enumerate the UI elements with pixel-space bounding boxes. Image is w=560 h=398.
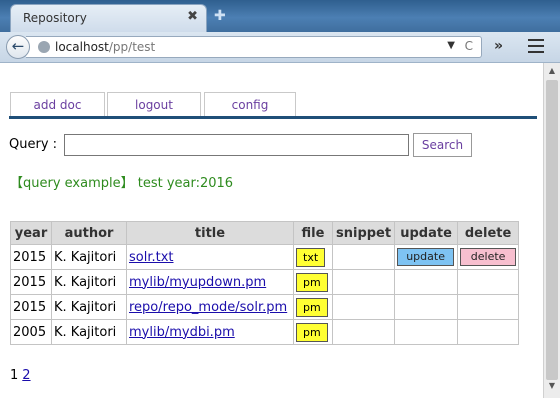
search-button[interactable]: Search [413,133,472,157]
column-header-file: file [293,221,333,245]
file-button[interactable]: pm [296,297,328,317]
navigation-bar: localhost/pp/test ▼ C ← » [0,32,560,63]
cell-author: K. Kajitori [51,269,127,295]
hamburger-menu-icon[interactable] [528,39,544,53]
title-link[interactable]: mylib/mydbi.pm [129,325,235,340]
table-row: 2005 K. Kajitori mylib/mydbi.pm pm [10,319,520,345]
page-link[interactable]: 2 [22,368,30,383]
browser-tab[interactable]: Repository ✖ [10,4,207,32]
column-header-delete: delete [457,221,520,245]
table-row: 2015 K. Kajitori mylib/myupdown.pm pm [10,269,520,295]
reload-icon[interactable]: C [465,39,473,53]
cell-delete [457,269,520,295]
query-example: 【query example】 test year:2016 [10,176,234,191]
cell-author: K. Kajitori [51,319,127,345]
cell-update [394,319,459,345]
cell-author: K. Kajitori [51,294,127,320]
url-path: /pp/test [108,40,156,54]
query-input[interactable] [64,134,409,156]
pagination: 12 [10,368,31,383]
update-button[interactable]: update [397,248,455,266]
cell-snippet [331,319,396,345]
tab-add-doc[interactable]: add doc [10,92,105,117]
file-button[interactable]: txt [296,247,326,267]
cell-snippet [331,294,396,320]
column-header-snippet: snippet [331,221,396,245]
url-host: localhost [55,40,109,54]
cell-delete [457,294,520,320]
vertical-scrollbar[interactable]: ▲ ▼ [543,63,560,398]
cell-year: 2015 [10,244,52,270]
tab-logout[interactable]: logout [107,92,201,117]
new-tab-icon[interactable]: ✚ [214,8,226,24]
tab-divider [9,116,537,119]
column-header-title: title [126,221,294,245]
title-link[interactable]: repo/repo_mode/solr.pm [129,300,287,315]
title-bar: Repository ✖ ✚ [0,0,560,32]
cell-year: 2015 [10,269,52,295]
cell-year: 2005 [10,319,52,345]
title-link[interactable]: mylib/myupdown.pm [129,275,266,290]
column-header-author: author [51,221,127,245]
cell-author: K. Kajitori [51,244,127,270]
results-table: year author title file snippet update de… [10,221,520,345]
tab-config[interactable]: config [204,92,296,117]
scroll-up-icon[interactable]: ▲ [544,63,560,79]
cell-snippet [331,244,396,270]
overflow-chevron-icon[interactable]: » [494,38,503,54]
table-header-row: year author title file snippet update de… [10,221,520,245]
column-header-year: year [10,221,52,245]
scrollbar-thumb[interactable] [546,80,558,380]
column-header-update: update [394,221,459,245]
url-text: localhost/pp/test [55,40,155,54]
table-row: 2015 K. Kajitori repo/repo_mode/solr.pm … [10,294,520,320]
page-content: add doc logout config Query : Search 【qu… [0,63,543,398]
cell-update [394,294,459,320]
cell-year: 2015 [10,294,52,320]
current-page: 1 [10,368,19,383]
delete-button[interactable]: delete [460,248,517,266]
query-label: Query : [9,137,58,152]
scroll-down-icon[interactable]: ▼ [544,378,560,394]
file-button[interactable]: pm [296,322,328,342]
globe-icon [38,41,50,53]
cell-snippet [331,269,396,295]
table-row: 2015 K. Kajitori solr.txt txt update del… [10,244,520,270]
title-link[interactable]: solr.txt [129,250,174,265]
tab-title: Repository [23,11,87,25]
cell-update [394,269,459,295]
chevron-down-icon[interactable]: ▼ [447,40,455,51]
url-bar[interactable]: localhost/pp/test ▼ C [26,36,482,58]
close-icon[interactable]: ✖ [187,9,198,24]
file-button[interactable]: pm [296,272,328,292]
back-arrow-icon[interactable]: ← [6,35,30,59]
cell-delete [457,319,520,345]
